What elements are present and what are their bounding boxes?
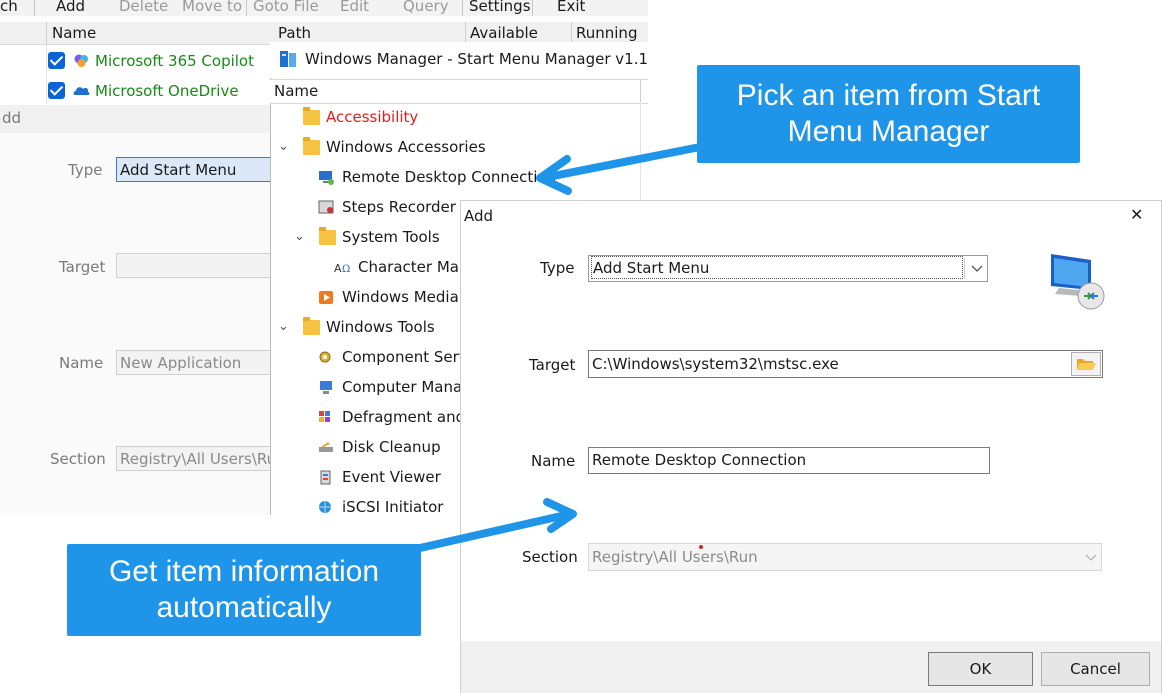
callout-pick-item: Pick an item from Start Menu Manager: [697, 65, 1080, 163]
callout-item-info: Get item information automatically: [67, 544, 421, 636]
